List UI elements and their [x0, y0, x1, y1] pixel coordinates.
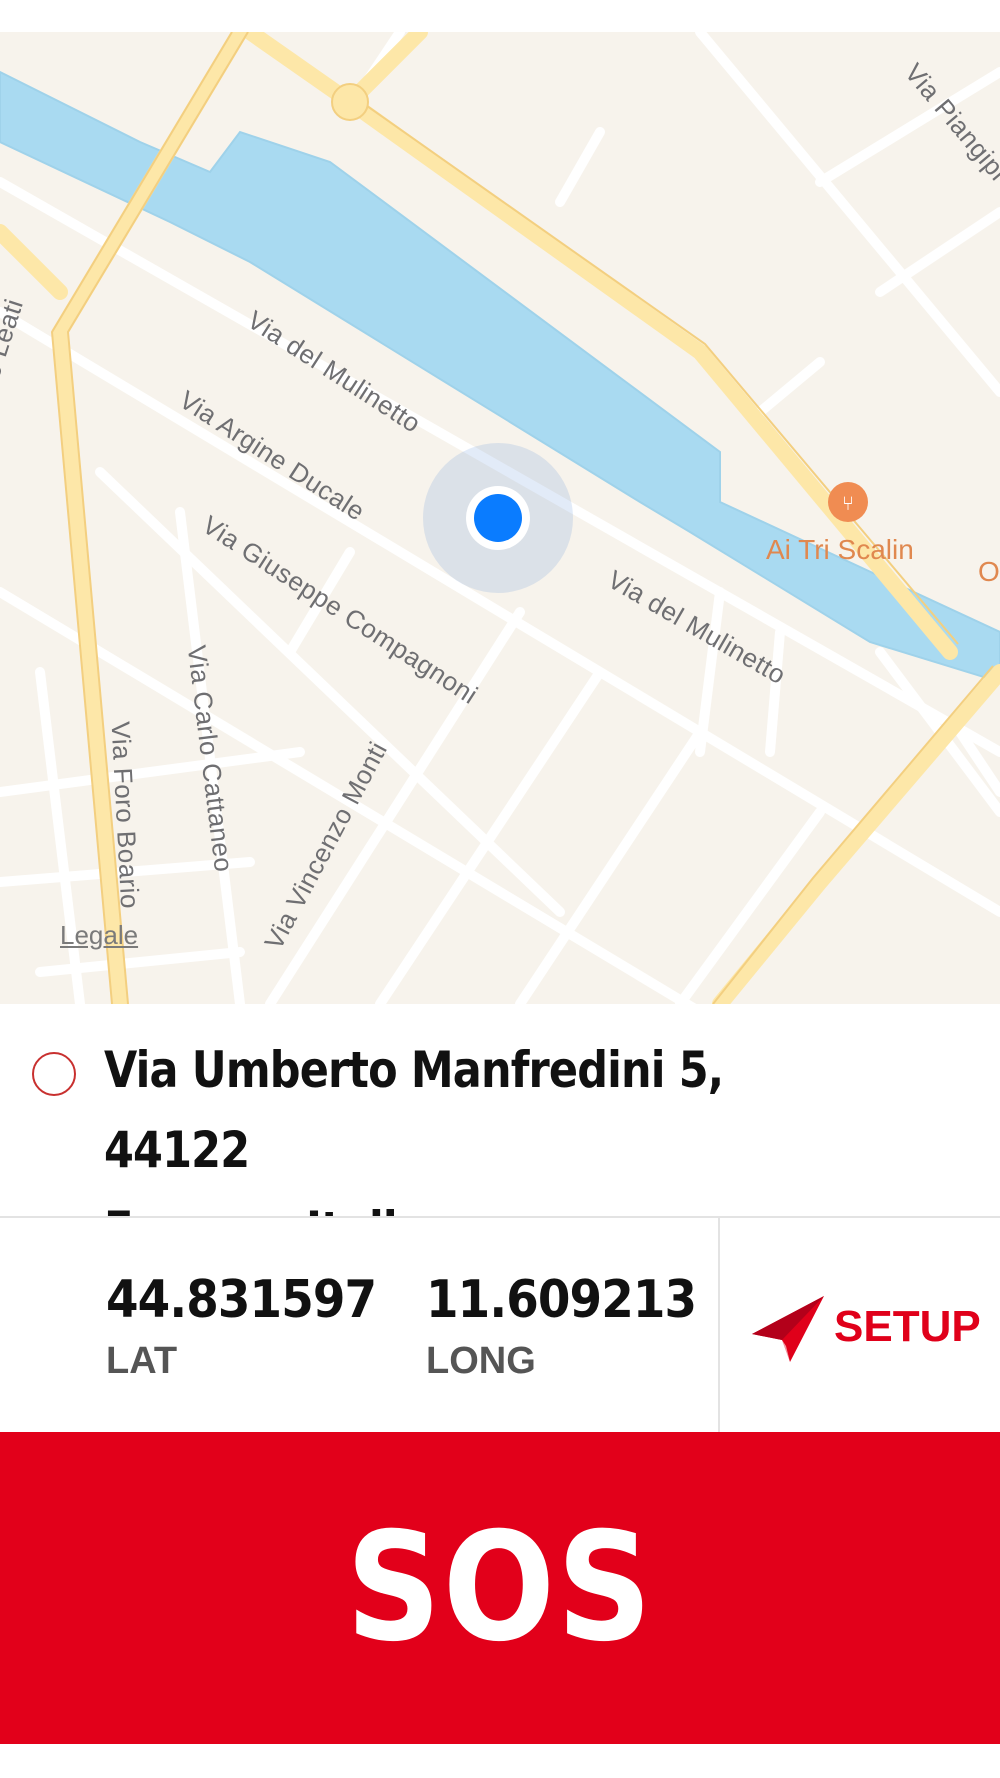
setup-label: SETUP	[834, 1302, 981, 1351]
map-view[interactable]: ⑂ Via Piangipi o Leati Via del Mulinetto…	[0, 32, 1000, 1004]
location-circle-icon	[32, 1052, 76, 1096]
setup-button[interactable]: SETUP	[718, 1218, 1000, 1432]
latitude-label: LAT	[106, 1340, 178, 1382]
latitude-value: 44.831597	[106, 1270, 377, 1330]
longitude-label: LONG	[426, 1340, 536, 1382]
address-line1: Via Umberto Manfredini 5, 44122	[104, 1041, 724, 1179]
legal-link[interactable]: Legale	[60, 920, 138, 951]
app-screen: ⑂ Via Piangipi o Leati Via del Mulinetto…	[0, 0, 1000, 1778]
svg-text:⑂: ⑂	[842, 491, 854, 515]
poi-label[interactable]: Ai Tri Scalin	[766, 534, 914, 566]
poi-edge-label: O	[978, 556, 1000, 587]
sos-label: SOS	[346, 1501, 654, 1675]
coordinates-row: 44.831597 LAT 11.609213 LONG SETUP	[0, 1216, 1000, 1432]
latitude-block: 44.831597 LAT	[106, 1270, 406, 1383]
address-row: Via Umberto Manfredini 5, 44122 Ferrara,…	[0, 1004, 1000, 1259]
map-graphics: ⑂	[0, 32, 1000, 1004]
longitude-value: 11.609213	[426, 1270, 697, 1330]
paper-plane-icon	[752, 1296, 824, 1362]
longitude-block: 11.609213 LONG	[426, 1270, 726, 1383]
sos-button[interactable]: SOS	[0, 1432, 1000, 1744]
